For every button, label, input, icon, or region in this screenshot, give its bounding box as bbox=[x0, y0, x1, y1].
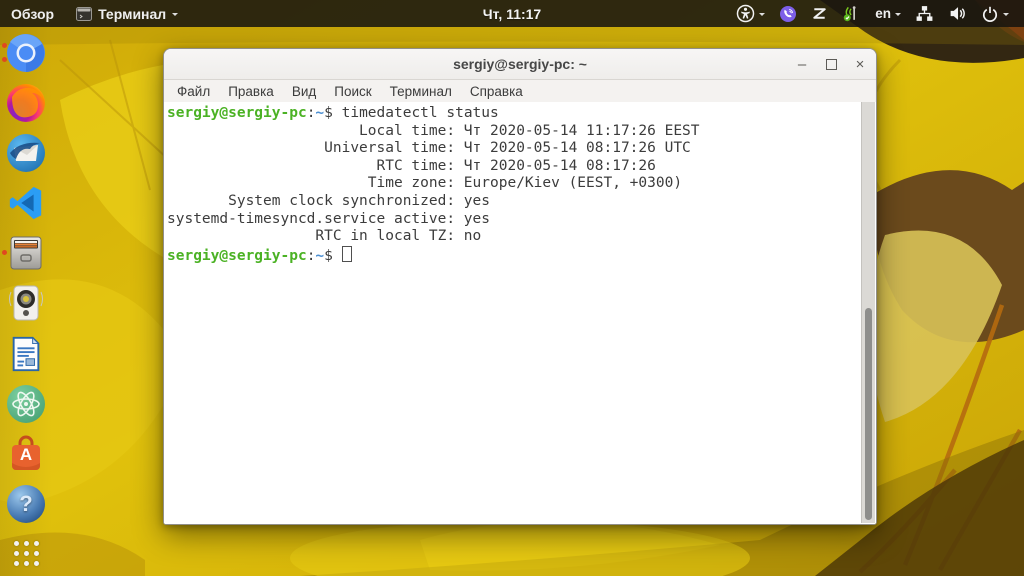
chevron-down-icon bbox=[1003, 12, 1009, 19]
z-letter-icon bbox=[813, 8, 826, 19]
terminal-text: Time zone: Europe/Kiev (EEST, +0300) bbox=[167, 175, 683, 192]
scrollbar-thumb[interactable] bbox=[864, 308, 872, 520]
chevron-down-icon bbox=[895, 12, 901, 19]
window-controls: – × bbox=[792, 49, 870, 79]
dock-item-ubuntu-software[interactable]: A bbox=[0, 434, 52, 474]
maximize-button[interactable] bbox=[821, 54, 841, 74]
keyboard-layout-label: en bbox=[875, 6, 891, 21]
wired-network-button[interactable] bbox=[908, 0, 941, 27]
terminal-text: Local time: Чт 2020-05-14 11:17:26 EEST bbox=[167, 122, 700, 139]
dock-item-speaker[interactable] bbox=[0, 283, 52, 323]
terminal-cursor bbox=[341, 245, 352, 262]
top-bar-left: Обзор Терминал bbox=[0, 0, 189, 27]
terminal-text: RTC time: Чт 2020-05-14 08:17:26 bbox=[167, 157, 656, 174]
terminal-line: Local time: Чт 2020-05-14 11:17:26 EEST bbox=[167, 123, 858, 141]
dock-item-show-applications[interactable] bbox=[0, 534, 52, 574]
menu-item-file[interactable]: Файл bbox=[168, 84, 219, 99]
help-glyph: ? bbox=[19, 490, 33, 516]
app-menu-label: Терминал bbox=[98, 5, 167, 22]
top-bar: Обзор Терминал Чт, 11:17 en bbox=[0, 0, 1024, 27]
clock-label: Чт, 11:17 bbox=[482, 5, 542, 22]
activities-button[interactable]: Обзор bbox=[0, 0, 65, 27]
terminal-line: sergiy@sergiy-pc:~$ bbox=[167, 245, 858, 266]
terminal-line: RTC time: Чт 2020-05-14 08:17:26 bbox=[167, 158, 858, 176]
terminal-line: Time zone: Europe/Kiev (EEST, +0300) bbox=[167, 175, 858, 193]
power-icon bbox=[982, 6, 998, 22]
atom-icon bbox=[7, 384, 45, 423]
network-signal-tray-button[interactable] bbox=[835, 0, 868, 27]
terminal-text: System clock synchronized: yes bbox=[167, 192, 491, 209]
terminal-line: Universal time: Чт 2020-05-14 08:17:26 U… bbox=[167, 140, 858, 158]
menu-bar: Файл Правка Вид Поиск Терминал Справка bbox=[164, 80, 876, 103]
dock-item-vscode[interactable] bbox=[0, 183, 52, 223]
scrollbar-track[interactable] bbox=[861, 102, 875, 523]
dock-item-chromium[interactable] bbox=[0, 33, 52, 73]
speaker-volume-icon bbox=[950, 7, 965, 20]
menu-item-view[interactable]: Вид bbox=[283, 84, 325, 99]
menu-item-search[interactable]: Поиск bbox=[325, 84, 380, 99]
maximize-square-icon bbox=[825, 58, 837, 70]
close-button[interactable]: × bbox=[850, 54, 870, 74]
clock-button[interactable]: Чт, 11:17 bbox=[473, 0, 551, 27]
terminal-line: System clock synchronized: yes bbox=[167, 193, 858, 211]
dock-item-help[interactable]: ? bbox=[0, 484, 52, 524]
firefox-icon bbox=[7, 84, 45, 123]
terminal-window-icon bbox=[76, 6, 93, 21]
dock: A ? bbox=[0, 27, 52, 576]
prompt-user-host: sergiy@sergiy-pc bbox=[167, 247, 307, 264]
terminal-text: Universal time: Чт 2020-05-14 08:17:26 U… bbox=[167, 140, 691, 157]
terminal-line: sergiy@sergiy-pc:~$ timedatectl status bbox=[167, 105, 858, 123]
dock-item-atom[interactable] bbox=[0, 384, 52, 424]
chevron-down-icon bbox=[172, 12, 179, 19]
menu-item-help[interactable]: Справка bbox=[461, 84, 532, 99]
terminal-text: systemd-timesyncd.service active: yes bbox=[167, 210, 491, 227]
running-indicator bbox=[2, 57, 7, 62]
app-menu-button[interactable]: Терминал bbox=[65, 0, 189, 27]
prompt-path: ~ bbox=[315, 247, 325, 264]
vscode-icon bbox=[9, 187, 42, 220]
desktop: Обзор Терминал Чт, 11:17 en A ? sergiy@s… bbox=[0, 0, 1024, 576]
terminal-line: RTC in local TZ: no bbox=[167, 228, 858, 246]
prompt-user-host: sergiy@sergiy-pc bbox=[167, 105, 307, 121]
speaker-app-icon bbox=[9, 285, 43, 321]
system-tray: en bbox=[729, 0, 1024, 27]
file-cabinet-icon bbox=[10, 236, 42, 270]
chromium-icon bbox=[7, 34, 45, 72]
terminal-line: systemd-timesyncd.service active: yes bbox=[167, 211, 858, 229]
accessibility-icon bbox=[736, 4, 755, 23]
command-text: $ timedatectl status bbox=[324, 105, 499, 121]
software-letter-a: A bbox=[19, 444, 33, 464]
activities-label: Обзор bbox=[11, 5, 55, 22]
viber-tray-button[interactable] bbox=[772, 0, 804, 27]
window-title: sergiy@sergiy-pc: ~ bbox=[453, 56, 587, 72]
terminal-text: RTC in local TZ: no bbox=[167, 228, 482, 245]
minimize-button[interactable]: – bbox=[792, 54, 812, 74]
chevron-down-icon bbox=[759, 12, 766, 19]
accessibility-menu[interactable] bbox=[729, 0, 772, 27]
antenna-signal-icon bbox=[844, 6, 856, 22]
titlebar[interactable]: sergiy@sergiy-pc: ~ – × bbox=[164, 49, 876, 80]
prompt-dollar: $ bbox=[324, 247, 342, 264]
dock-item-firefox[interactable] bbox=[0, 83, 52, 123]
show-applications-grid-icon bbox=[11, 539, 41, 569]
help-question-icon: ? bbox=[7, 484, 45, 523]
viber-icon bbox=[780, 5, 797, 22]
prompt-path: ~ bbox=[315, 105, 325, 121]
ethernet-network-icon bbox=[916, 6, 933, 21]
dock-item-thunderbird[interactable] bbox=[0, 133, 52, 173]
terminal-window: sergiy@sergiy-pc: ~ – × Файл Правка Вид … bbox=[163, 48, 877, 525]
thunderbird-icon bbox=[7, 134, 45, 173]
menu-item-terminal[interactable]: Терминал bbox=[381, 84, 461, 99]
zoom-tray-button[interactable] bbox=[804, 0, 835, 27]
power-menu-button[interactable] bbox=[974, 0, 1016, 27]
menu-item-edit[interactable]: Правка bbox=[219, 84, 283, 99]
terminal-content[interactable]: sergiy@sergiy-pc:~$ timedatectl status L… bbox=[164, 102, 876, 524]
dock-item-libreoffice-writer[interactable] bbox=[0, 334, 52, 374]
dock-item-file-manager[interactable] bbox=[0, 233, 52, 273]
libreoffice-writer-icon bbox=[12, 336, 40, 371]
keyboard-layout-button[interactable]: en bbox=[868, 0, 908, 27]
volume-button[interactable] bbox=[941, 0, 974, 27]
running-indicator bbox=[2, 43, 7, 48]
